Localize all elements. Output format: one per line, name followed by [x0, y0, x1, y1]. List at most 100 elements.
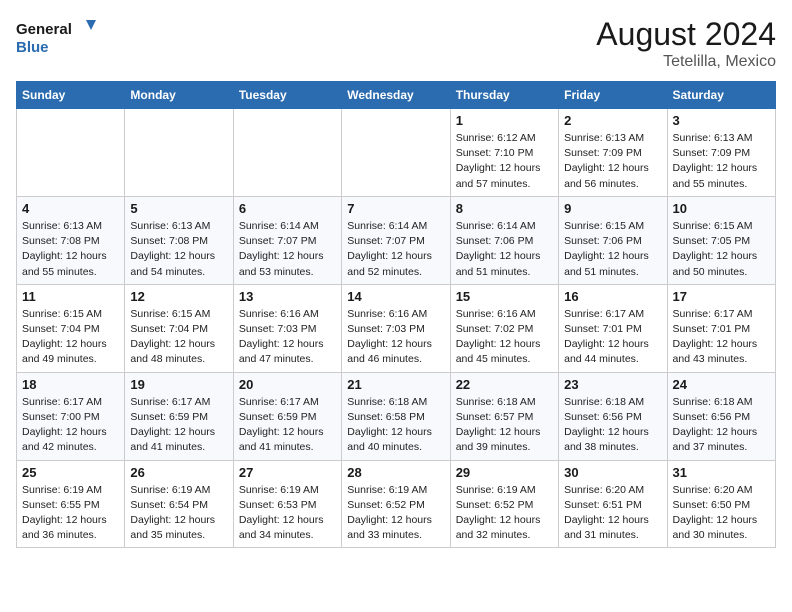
- day-number: 24: [673, 377, 770, 392]
- cell-inner: 16 Sunrise: 6:17 AM Sunset: 7:01 PM Dayli…: [564, 289, 661, 368]
- cell-info: Sunrise: 6:15 AM Sunset: 7:04 PM Dayligh…: [130, 307, 227, 368]
- cell-inner: 5 Sunrise: 6:13 AM Sunset: 7:08 PM Daylig…: [130, 201, 227, 280]
- day-number: 25: [22, 465, 119, 480]
- calendar-cell: 13Sunrise: 6:16 AM Sunset: 7:03 PM Dayli…: [233, 284, 341, 372]
- cell-info: Sunrise: 6:20 AM Sunset: 6:50 PM Dayligh…: [673, 483, 770, 544]
- calendar-cell: 11Sunrise: 6:15 AM Sunset: 7:04 PM Dayli…: [17, 284, 125, 372]
- calendar-cell: 6Sunrise: 6:14 AM Sunset: 7:07 PM Daylig…: [233, 196, 341, 284]
- day-number: 19: [130, 377, 227, 392]
- cell-info: Sunrise: 6:19 AM Sunset: 6:52 PM Dayligh…: [456, 483, 553, 544]
- cell-info: Sunrise: 6:15 AM Sunset: 7:06 PM Dayligh…: [564, 219, 661, 280]
- calendar-cell: 7 Sunrise: 6:14 AM Sunset: 7:07 PM Daylig…: [342, 196, 450, 284]
- cell-info: Sunrise: 6:16 AM Sunset: 7:03 PM Dayligh…: [347, 307, 444, 368]
- header-saturday: Saturday: [667, 82, 775, 109]
- cell-inner: 2 Sunrise: 6:13 AM Sunset: 7:09 PM Daylig…: [564, 113, 661, 192]
- day-number: 4: [22, 201, 119, 216]
- day-number: 31: [673, 465, 770, 480]
- cell-inner: 23Sunrise: 6:18 AM Sunset: 6:56 PM Dayli…: [564, 377, 661, 456]
- header-row: SundayMondayTuesdayWednesdayThursdayFrid…: [17, 82, 776, 109]
- day-number: 3: [673, 113, 770, 128]
- cell-info: Sunrise: 6:19 AM Sunset: 6:54 PM Dayligh…: [130, 483, 227, 544]
- cell-inner: 31 Sunrise: 6:20 AM Sunset: 6:50 PM Dayli…: [673, 465, 770, 544]
- calendar-cell: 18 Sunrise: 6:17 AM Sunset: 7:00 PM Dayli…: [17, 372, 125, 460]
- day-number: 28: [347, 465, 444, 480]
- svg-text:Blue: Blue: [16, 39, 49, 56]
- cell-inner: 22Sunrise: 6:18 AM Sunset: 6:57 PM Dayli…: [456, 377, 553, 456]
- calendar-cell: 21Sunrise: 6:18 AM Sunset: 6:58 PM Dayli…: [342, 372, 450, 460]
- calendar-cell: 12Sunrise: 6:15 AM Sunset: 7:04 PM Dayli…: [125, 284, 233, 372]
- cell-info: Sunrise: 6:17 AM Sunset: 6:59 PM Dayligh…: [239, 395, 336, 456]
- header-sunday: Sunday: [17, 82, 125, 109]
- calendar-cell: [17, 109, 125, 197]
- cell-info: Sunrise: 6:14 AM Sunset: 7:07 PM Dayligh…: [347, 219, 444, 280]
- calendar-cell: 3 Sunrise: 6:13 AM Sunset: 7:09 PM Daylig…: [667, 109, 775, 197]
- calendar-cell: 31 Sunrise: 6:20 AM Sunset: 6:50 PM Dayli…: [667, 460, 775, 548]
- day-number: 11: [22, 289, 119, 304]
- header-friday: Friday: [559, 82, 667, 109]
- cell-info: Sunrise: 6:13 AM Sunset: 7:08 PM Dayligh…: [130, 219, 227, 280]
- day-number: 26: [130, 465, 227, 480]
- calendar-cell: 1Sunrise: 6:12 AM Sunset: 7:10 PM Daylig…: [450, 109, 558, 197]
- cell-inner: 26 Sunrise: 6:19 AM Sunset: 6:54 PM Dayli…: [130, 465, 227, 544]
- calendar-cell: 19Sunrise: 6:17 AM Sunset: 6:59 PM Dayli…: [125, 372, 233, 460]
- svg-text:General: General: [16, 21, 72, 38]
- cell-inner: 1Sunrise: 6:12 AM Sunset: 7:10 PM Daylig…: [456, 113, 553, 192]
- calendar-cell: [233, 109, 341, 197]
- cell-info: Sunrise: 6:17 AM Sunset: 7:00 PM Dayligh…: [22, 395, 119, 456]
- calendar-cell: 28Sunrise: 6:19 AM Sunset: 6:52 PM Dayli…: [342, 460, 450, 548]
- cell-inner: 19Sunrise: 6:17 AM Sunset: 6:59 PM Dayli…: [130, 377, 227, 456]
- cell-inner: 13Sunrise: 6:16 AM Sunset: 7:03 PM Dayli…: [239, 289, 336, 368]
- cell-info: Sunrise: 6:13 AM Sunset: 7:08 PM Dayligh…: [22, 219, 119, 280]
- calendar-cell: 9 Sunrise: 6:15 AM Sunset: 7:06 PM Daylig…: [559, 196, 667, 284]
- calendar-cell: 14 Sunrise: 6:16 AM Sunset: 7:03 PM Dayli…: [342, 284, 450, 372]
- day-number: 18: [22, 377, 119, 392]
- cell-inner: 3 Sunrise: 6:13 AM Sunset: 7:09 PM Daylig…: [673, 113, 770, 192]
- day-number: 9: [564, 201, 661, 216]
- cell-inner: 14 Sunrise: 6:16 AM Sunset: 7:03 PM Dayli…: [347, 289, 444, 368]
- header-wednesday: Wednesday: [342, 82, 450, 109]
- calendar-table: SundayMondayTuesdayWednesdayThursdayFrid…: [16, 81, 776, 548]
- cell-info: Sunrise: 6:18 AM Sunset: 6:58 PM Dayligh…: [347, 395, 444, 456]
- day-number: 23: [564, 377, 661, 392]
- day-number: 10: [673, 201, 770, 216]
- week-row-2: 4 Sunrise: 6:13 AM Sunset: 7:08 PM Daylig…: [17, 196, 776, 284]
- cell-info: Sunrise: 6:17 AM Sunset: 7:01 PM Dayligh…: [673, 307, 770, 368]
- calendar-cell: [342, 109, 450, 197]
- cell-info: Sunrise: 6:17 AM Sunset: 7:01 PM Dayligh…: [564, 307, 661, 368]
- day-number: 16: [564, 289, 661, 304]
- day-number: 2: [564, 113, 661, 128]
- cell-inner: 20Sunrise: 6:17 AM Sunset: 6:59 PM Dayli…: [239, 377, 336, 456]
- day-number: 14: [347, 289, 444, 304]
- cell-inner: 21Sunrise: 6:18 AM Sunset: 6:58 PM Dayli…: [347, 377, 444, 456]
- calendar-cell: 4 Sunrise: 6:13 AM Sunset: 7:08 PM Daylig…: [17, 196, 125, 284]
- calendar-cell: 2 Sunrise: 6:13 AM Sunset: 7:09 PM Daylig…: [559, 109, 667, 197]
- cell-inner: 8Sunrise: 6:14 AM Sunset: 7:06 PM Daylig…: [456, 201, 553, 280]
- day-number: 7: [347, 201, 444, 216]
- cell-info: Sunrise: 6:14 AM Sunset: 7:06 PM Dayligh…: [456, 219, 553, 280]
- cell-info: Sunrise: 6:13 AM Sunset: 7:09 PM Dayligh…: [673, 131, 770, 192]
- day-number: 30: [564, 465, 661, 480]
- cell-inner: 25 Sunrise: 6:19 AM Sunset: 6:55 PM Dayli…: [22, 465, 119, 544]
- calendar-cell: 29 Sunrise: 6:19 AM Sunset: 6:52 PM Dayli…: [450, 460, 558, 548]
- day-number: 29: [456, 465, 553, 480]
- cell-info: Sunrise: 6:18 AM Sunset: 6:56 PM Dayligh…: [673, 395, 770, 456]
- day-number: 5: [130, 201, 227, 216]
- title-block: August 2024 Tetelilla, Mexico: [596, 16, 776, 71]
- cell-info: Sunrise: 6:13 AM Sunset: 7:09 PM Dayligh…: [564, 131, 661, 192]
- header-monday: Monday: [125, 82, 233, 109]
- cell-inner: 15Sunrise: 6:16 AM Sunset: 7:02 PM Dayli…: [456, 289, 553, 368]
- cell-inner: 17Sunrise: 6:17 AM Sunset: 7:01 PM Dayli…: [673, 289, 770, 368]
- calendar-cell: 30Sunrise: 6:20 AM Sunset: 6:51 PM Dayli…: [559, 460, 667, 548]
- cell-inner: 27Sunrise: 6:19 AM Sunset: 6:53 PM Dayli…: [239, 465, 336, 544]
- calendar-cell: 22Sunrise: 6:18 AM Sunset: 6:57 PM Dayli…: [450, 372, 558, 460]
- calendar-cell: 26 Sunrise: 6:19 AM Sunset: 6:54 PM Dayli…: [125, 460, 233, 548]
- month-year: August 2024: [596, 16, 776, 53]
- cell-inner: 12Sunrise: 6:15 AM Sunset: 7:04 PM Dayli…: [130, 289, 227, 368]
- cell-inner: 28Sunrise: 6:19 AM Sunset: 6:52 PM Dayli…: [347, 465, 444, 544]
- week-row-1: 1Sunrise: 6:12 AM Sunset: 7:10 PM Daylig…: [17, 109, 776, 197]
- cell-info: Sunrise: 6:19 AM Sunset: 6:55 PM Dayligh…: [22, 483, 119, 544]
- logo: General Blue: [16, 16, 96, 56]
- cell-inner: 24 Sunrise: 6:18 AM Sunset: 6:56 PM Dayli…: [673, 377, 770, 456]
- calendar-cell: [125, 109, 233, 197]
- cell-info: Sunrise: 6:19 AM Sunset: 6:53 PM Dayligh…: [239, 483, 336, 544]
